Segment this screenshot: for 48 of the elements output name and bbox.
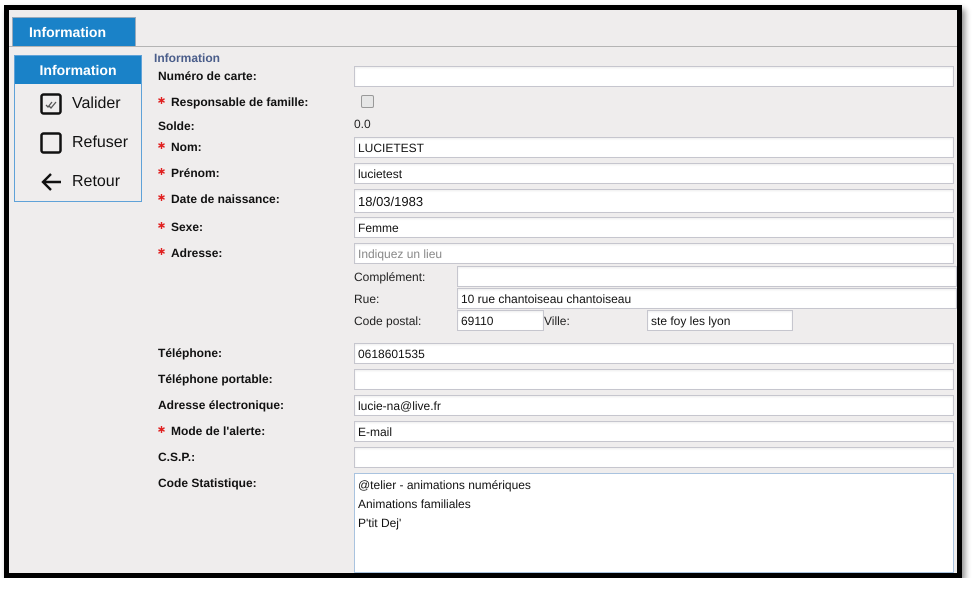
arrow-left-icon	[40, 172, 62, 192]
field-label: Code postal:	[354, 314, 422, 328]
sidebar-item[interactable]: Refuser	[72, 134, 128, 152]
input-field[interactable]: Femme	[354, 217, 954, 238]
field-label: C.S.P.:	[157, 449, 196, 464]
date-field[interactable]: 18/03/1983	[354, 189, 954, 213]
input-field[interactable]	[457, 266, 957, 287]
field-value: 0.0	[354, 116, 372, 131]
input-field[interactable]: lucie-na@live.fr	[354, 395, 954, 416]
field-label: Adresse:	[154, 243, 354, 260]
input-field[interactable]: lucietest	[354, 163, 954, 184]
field-label: Téléphone portable:	[157, 371, 274, 386]
field-label: Sexe:	[154, 217, 354, 234]
input-field[interactable]: E-mail	[354, 421, 954, 442]
section-title: Information	[154, 51, 221, 66]
field-label: Solde:	[157, 118, 196, 133]
input-field[interactable]: 69110	[457, 310, 544, 331]
field-label: Code Statistique:	[157, 475, 258, 490]
address-field[interactable]: Indiquez un lieu	[354, 243, 954, 264]
input-field[interactable]	[354, 447, 954, 468]
field-label: Mode de l'alerte:	[154, 421, 354, 438]
input-field[interactable]: LUCIETEST	[354, 137, 954, 158]
field-label: Complément:	[354, 270, 426, 284]
sidebar-title: Information	[15, 56, 141, 84]
list-entry[interactable]: Animations familiales	[358, 497, 950, 511]
field-label: Rue:	[354, 292, 380, 306]
list-field[interactable]: @telier - animations numériques Animations familiales P'tit Dej'	[354, 473, 954, 573]
field-label: Nom:	[154, 137, 354, 154]
list-entry[interactable]: @telier - animations numériques	[358, 478, 950, 492]
input-field[interactable]: 10 rue chantoiseau chantoiseau	[457, 288, 957, 309]
field-label: Numéro de carte:	[157, 68, 258, 83]
list-entry[interactable]: P'tit Dej'	[358, 516, 950, 530]
sidebar-item[interactable]: Valider	[72, 94, 121, 112]
input-field[interactable]: 0618601535	[354, 343, 954, 364]
input-field[interactable]: ste foy les lyon	[647, 310, 793, 331]
checkbox[interactable]	[361, 95, 374, 108]
field-label: Téléphone:	[157, 345, 224, 360]
checkbox-checked-icon	[40, 92, 62, 114]
tab[interactable]: Information	[12, 17, 136, 46]
input-field[interactable]	[354, 66, 954, 87]
input-field[interactable]	[354, 369, 954, 390]
checkbox-icon	[40, 132, 62, 154]
sidebar-item[interactable]: Retour	[72, 172, 120, 190]
field-label: Ville:	[544, 314, 571, 328]
field-label: Prénom:	[154, 163, 354, 180]
field-label: Adresse électronique:	[157, 397, 286, 412]
field-label: Date de naissance:	[154, 189, 354, 206]
field-label: Responsable de famille:	[154, 92, 354, 109]
